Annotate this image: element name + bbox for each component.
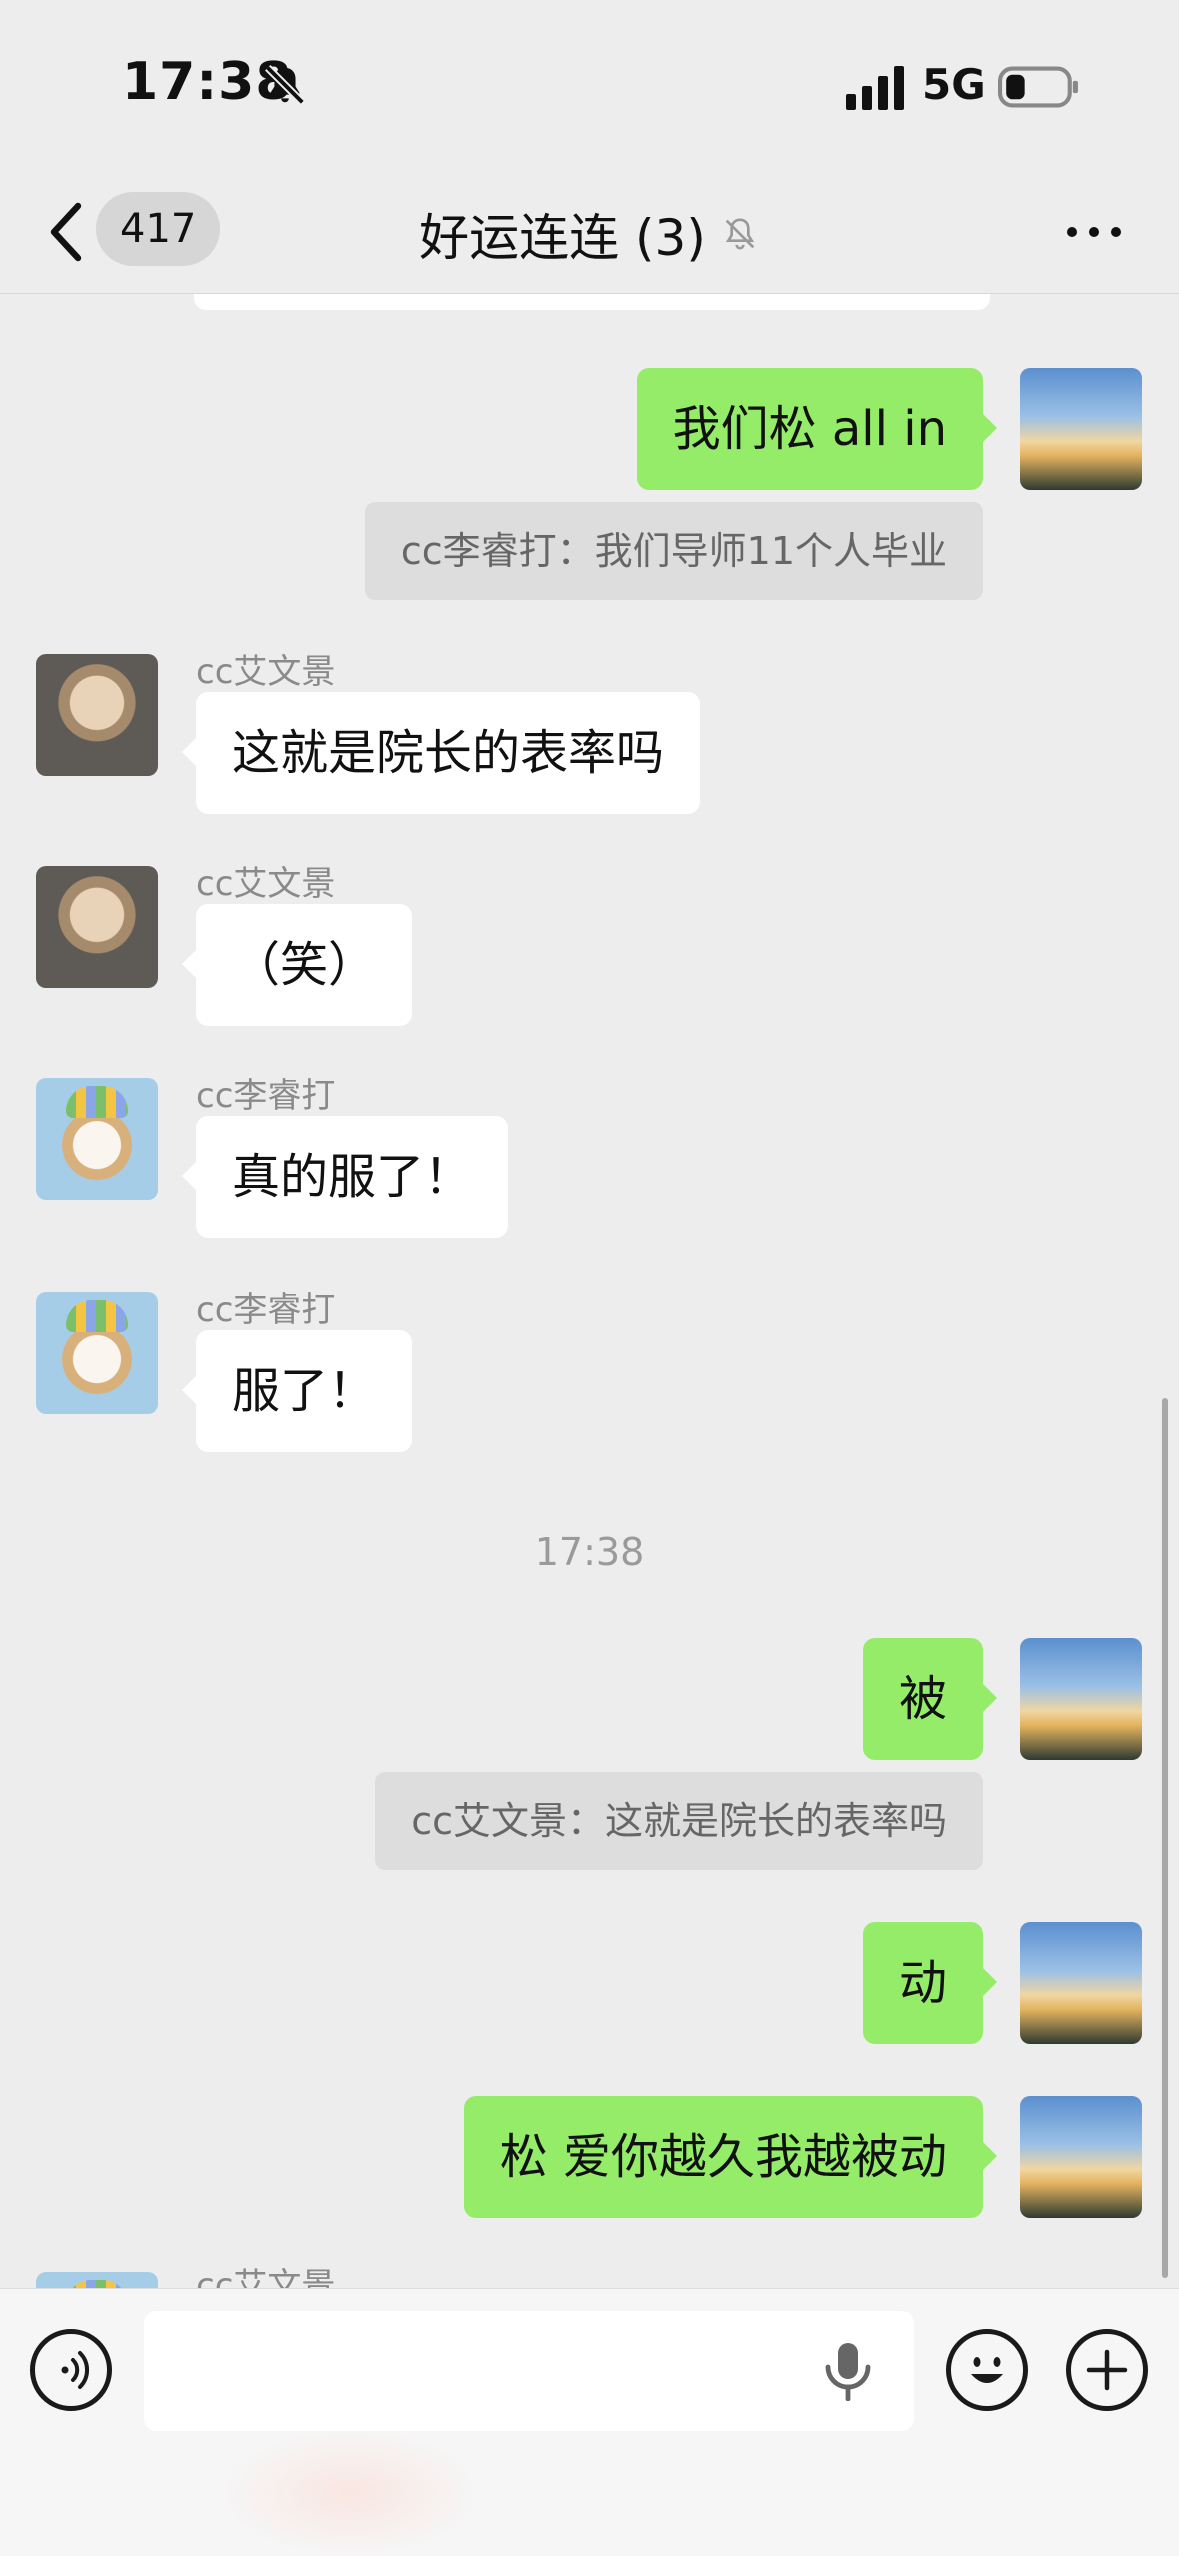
- outgoing-message-bubble[interactable]: 被: [862, 1638, 998, 1760]
- sender-name: cc艾文景: [196, 864, 336, 904]
- quoted-reply[interactable]: cc李睿打：我们导师11个人毕业: [364, 502, 983, 600]
- background-glow: [220, 2429, 480, 2556]
- incoming-message-bubble[interactable]: 这就是院长的表率吗: [181, 692, 701, 814]
- mute-bell-icon: [725, 218, 755, 250]
- signal-icon: [846, 66, 904, 110]
- sender-avatar[interactable]: [36, 1078, 158, 1200]
- voice-wave-icon: [61, 2351, 90, 2389]
- chat-header: 417 好运连连 (3): [0, 170, 1179, 294]
- network-type: 5G: [922, 60, 986, 109]
- battery-icon: [998, 66, 1078, 108]
- sender-name: cc艾文景: [196, 2266, 336, 2288]
- sender-avatar[interactable]: [36, 1292, 158, 1414]
- incoming-message-bubble[interactable]: 真的服了！: [181, 1116, 509, 1238]
- smiley-icon: [971, 2357, 1003, 2383]
- chat-title: 好运连连 (3): [419, 209, 706, 267]
- my-avatar[interactable]: [1020, 1638, 1142, 1760]
- outgoing-message-bubble[interactable]: 我们松 all in: [636, 368, 998, 490]
- sender-avatar[interactable]: [36, 654, 158, 776]
- my-avatar[interactable]: [1020, 368, 1142, 490]
- incoming-message-bubble[interactable]: 服了！: [181, 1330, 413, 1452]
- incoming-message-bubble[interactable]: （笑）: [181, 904, 413, 1026]
- voice-mode-button[interactable]: [30, 2329, 112, 2411]
- sender-avatar[interactable]: [36, 866, 158, 988]
- more-actions-button[interactable]: [1066, 2329, 1148, 2411]
- more-options-icon[interactable]: [1064, 220, 1124, 244]
- bell-off-icon: [265, 65, 305, 105]
- microphone-icon[interactable]: [822, 2341, 874, 2401]
- scrollbar[interactable]: [1162, 1398, 1168, 2278]
- status-bar: 17:38 5G: [0, 0, 1179, 170]
- message-timestamp: 17:38: [534, 1530, 645, 1574]
- chat-title-container: 好运连连 (3): [0, 198, 1179, 270]
- plus-icon: [1086, 2349, 1128, 2391]
- outgoing-message-bubble[interactable]: 动: [862, 1922, 998, 2044]
- sender-name: cc艾文景: [196, 652, 336, 692]
- my-avatar[interactable]: [1020, 2096, 1142, 2218]
- my-avatar[interactable]: [1020, 1922, 1142, 2044]
- input-bar: [0, 2288, 1179, 2556]
- message-input[interactable]: [144, 2311, 914, 2431]
- outgoing-message-bubble[interactable]: 松 爱你越久我越被动: [463, 2096, 998, 2218]
- quoted-reply[interactable]: cc艾文景：这就是院长的表率吗: [375, 1772, 983, 1870]
- sender-name: cc李睿打: [196, 1290, 336, 1330]
- previous-message-bubble: [194, 294, 990, 310]
- sender-avatar[interactable]: [36, 2272, 158, 2288]
- message-list[interactable]: 我们松 all in cc李睿打：我们导师11个人毕业 cc艾文景 这就是院长的…: [0, 294, 1179, 2288]
- emoji-button[interactable]: [946, 2329, 1028, 2411]
- sender-name: cc李睿打: [196, 1076, 336, 1116]
